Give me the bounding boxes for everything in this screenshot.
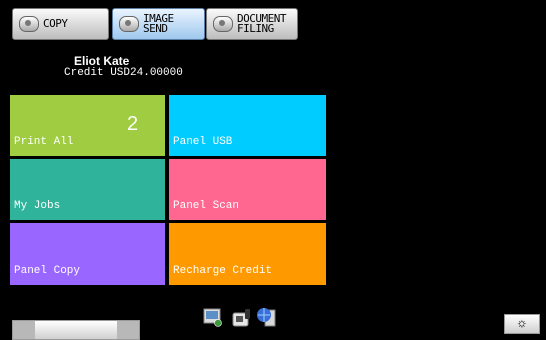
tile-panel-scan-label: Panel Scan xyxy=(173,200,240,212)
tile-print-all-label: Print All xyxy=(14,136,74,148)
brightness-icon: ☼ xyxy=(517,316,527,332)
tab-copy[interactable]: COPY xyxy=(12,8,109,40)
tile-panel-copy[interactable]: Panel Copy xyxy=(10,223,165,285)
tab-document-filing[interactable]: DOCUMENT FILING xyxy=(206,8,298,40)
tile-recharge-credit[interactable]: Recharge Credit xyxy=(169,223,326,285)
tab-document-filing-label-line2: FILING xyxy=(237,22,274,35)
tab-document-filing-label: DOCUMENT FILING xyxy=(237,13,286,35)
tab-image-send[interactable]: IMAGE SEND xyxy=(112,8,205,40)
tile-my-jobs-label: My Jobs xyxy=(14,200,61,212)
tile-panel-copy-label: Panel Copy xyxy=(14,265,81,277)
image-send-icon xyxy=(119,16,139,32)
job-status-button[interactable] xyxy=(12,320,140,340)
document-filing-icon xyxy=(213,16,233,32)
tile-panel-usb-label: Panel USB xyxy=(173,136,233,148)
brightness-button[interactable]: ☼ xyxy=(504,314,540,334)
tile-recharge-credit-label: Recharge Credit xyxy=(173,265,273,277)
copy-icon xyxy=(19,16,39,32)
phone-fax-icon[interactable] xyxy=(232,306,252,328)
mode-tab-bar: COPY IMAGE SEND DOCUMENT FILING xyxy=(0,0,546,44)
tile-panel-usb[interactable]: Panel USB xyxy=(169,95,326,156)
user-credit: Credit USD24.00000 xyxy=(64,67,183,79)
tab-copy-label: COPY xyxy=(43,17,68,30)
user-info: Eliot Kate Credit USD24.00000 xyxy=(64,55,183,80)
user-name: Eliot Kate xyxy=(74,54,130,68)
tile-panel-scan[interactable]: Panel Scan xyxy=(169,159,326,220)
network-scan-icon[interactable] xyxy=(203,306,223,328)
tab-image-send-label: IMAGE SEND xyxy=(143,12,174,35)
tile-print-all[interactable]: 2 Print All xyxy=(10,95,165,156)
tile-my-jobs[interactable]: My Jobs xyxy=(10,159,165,220)
server-globe-icon[interactable] xyxy=(256,306,276,328)
print-all-count: 2 xyxy=(127,113,139,135)
